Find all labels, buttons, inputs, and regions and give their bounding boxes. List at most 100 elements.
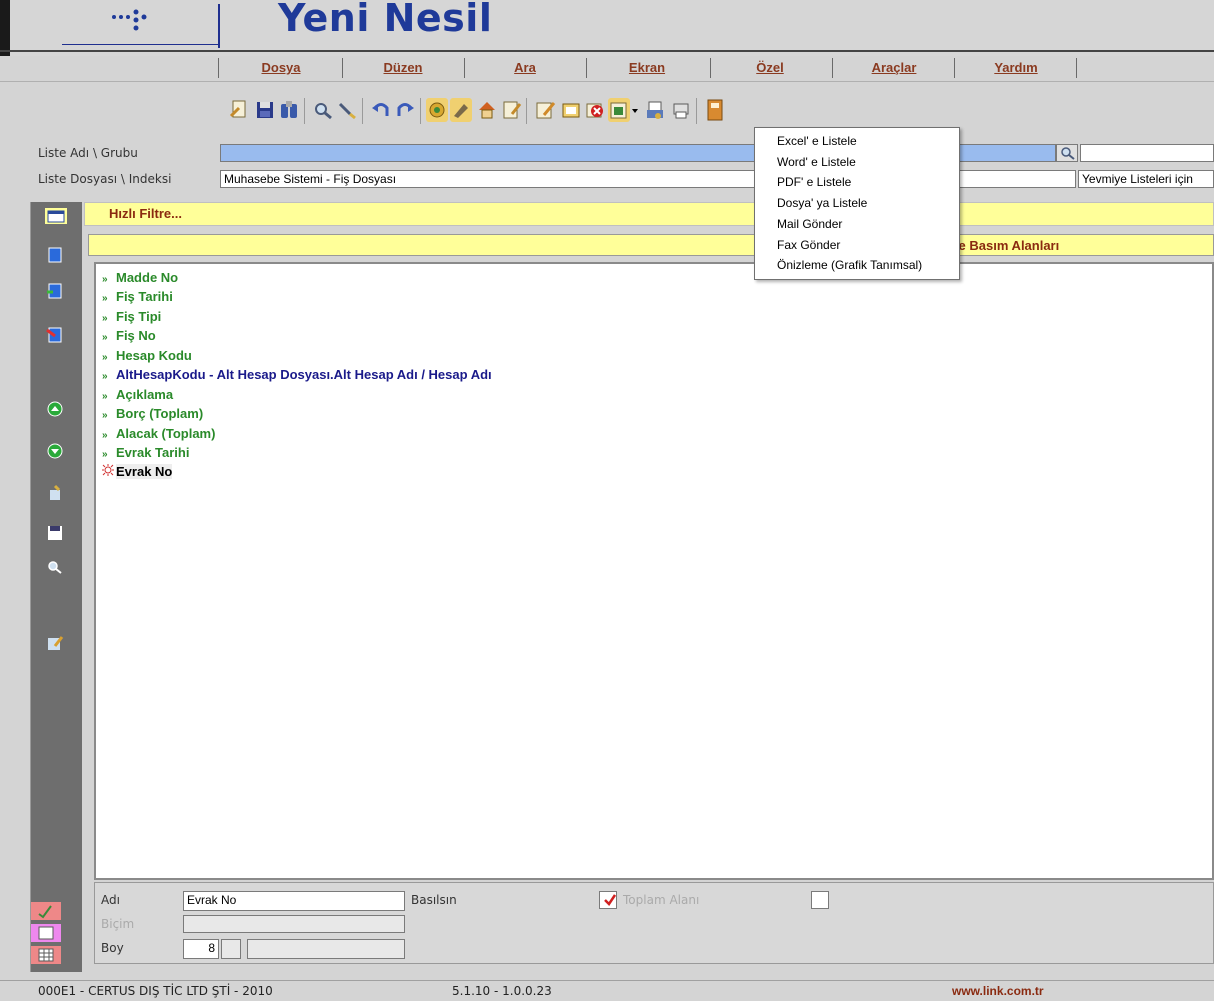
size-label: Boy <box>101 941 124 955</box>
list-item[interactable]: » Fiş Tipi <box>102 309 161 327</box>
undo-icon[interactable] <box>370 98 392 122</box>
copy-record-icon[interactable] <box>45 282 65 300</box>
list-item[interactable]: » AltHesapKodu - Alt Hesap Dosyası.Alt He… <box>102 367 492 385</box>
field-bullet-icon: » <box>102 313 108 324</box>
new-doc-icon[interactable] <box>228 98 250 122</box>
list-item[interactable]: » Evrak Tarihi <box>102 445 189 463</box>
menu-separator <box>464 58 465 78</box>
menu-item-pdf[interactable]: PDF' e Listele <box>777 175 851 189</box>
menu-ara[interactable]: Ara <box>505 60 545 75</box>
save-icon[interactable] <box>254 98 276 122</box>
total-checkbox[interactable] <box>811 891 829 909</box>
list-item[interactable]: » Madde No <box>102 270 178 288</box>
edit-note-icon[interactable] <box>45 634 65 652</box>
sun-selected-icon <box>102 464 116 479</box>
menu-item-fax[interactable]: Fax Gönder <box>777 238 840 252</box>
list-item[interactable]: » Hesap Kodu <box>102 348 192 366</box>
search-icon[interactable] <box>1056 144 1078 162</box>
move-up-icon[interactable] <box>45 400 65 418</box>
menu-duzen[interactable]: Düzen <box>378 60 428 75</box>
move-down-icon[interactable] <box>45 442 65 460</box>
field-bullet-icon: » <box>102 293 108 304</box>
export-icon[interactable] <box>608 98 630 122</box>
printed-checkbox[interactable] <box>599 891 617 909</box>
title-bar: Yeni Nesil <box>0 0 1214 56</box>
list-group-input[interactable] <box>1080 144 1214 162</box>
version-info: 5.1.10 - 1.0.0.23 <box>452 984 552 998</box>
total-field-label: Toplam Alanı <box>623 893 700 907</box>
title-separator <box>0 50 1214 52</box>
list-name-label: Liste Adı \ Grubu <box>38 146 138 160</box>
edit-icon[interactable] <box>450 98 472 122</box>
menu-item-excel[interactable]: Excel' e Listele <box>777 134 857 148</box>
toolbar-separator <box>526 98 527 124</box>
menu-yardim[interactable]: Yardım <box>988 60 1044 75</box>
field-bullet-icon: » <box>102 371 108 382</box>
print-icon[interactable] <box>670 98 692 122</box>
exit-icon[interactable] <box>704 98 726 122</box>
field-bullet-icon: » <box>102 449 108 460</box>
logo-underline <box>62 44 218 45</box>
quick-filter-bar[interactable]: Hızlı Filtre... <box>84 202 1214 226</box>
window-frame <box>0 0 10 56</box>
side-toolbar <box>30 202 82 972</box>
list-item[interactable]: » Alacak (Toplam) <box>102 426 215 444</box>
field-bullet-icon: » <box>102 352 108 363</box>
save-record-icon[interactable] <box>45 524 65 542</box>
check-edit-icon[interactable] <box>31 902 61 920</box>
menu-ozel[interactable]: Özel <box>750 60 790 75</box>
title-divider <box>218 4 220 48</box>
menu-separator <box>342 58 343 78</box>
report-icon[interactable] <box>534 98 556 122</box>
menu-bar: Dosya Düzen Ara Ekran Özel Araçlar Yardı… <box>0 56 1214 82</box>
toolbar <box>220 94 920 128</box>
list-item[interactable]: » Açıklama <box>102 387 173 405</box>
note-icon[interactable] <box>500 98 522 122</box>
clear-icon[interactable] <box>45 484 65 502</box>
print-fields-label: ste Basım Alanları <box>947 238 1060 253</box>
format-input[interactable] <box>183 915 405 933</box>
wizard-icon[interactable] <box>426 98 448 122</box>
menu-item-file[interactable]: Dosya' ya Listele <box>777 196 867 210</box>
size-extra-input[interactable] <box>247 939 405 959</box>
table-icon[interactable] <box>31 946 61 964</box>
folder-icon[interactable] <box>560 98 582 122</box>
filter-grid-icon[interactable] <box>45 208 67 224</box>
find-icon[interactable] <box>312 98 334 122</box>
field-bullet-icon: » <box>102 332 108 343</box>
website-link[interactable]: www.link.com.tr <box>952 984 1044 998</box>
menu-item-mail[interactable]: Mail Gönder <box>777 217 842 231</box>
app-title: Yeni Nesil <box>278 0 493 40</box>
binoculars-icon[interactable] <box>278 98 300 122</box>
search-icon[interactable] <box>45 558 65 576</box>
menu-dosya[interactable]: Dosya <box>256 60 306 75</box>
list-item-selected[interactable]: Evrak No <box>102 464 173 482</box>
field-properties: Adı Evrak No Basılsın Toplam Alanı Biçim… <box>94 882 1214 964</box>
list-item[interactable]: » Fiş No <box>102 328 156 346</box>
delete-record-icon[interactable] <box>45 326 65 344</box>
redo-icon[interactable] <box>394 98 416 122</box>
list-index-input[interactable]: Yevmiye Listeleri için <box>1078 170 1214 188</box>
logo-icon <box>112 9 147 31</box>
menu-item-preview[interactable]: Önizleme (Grafik Tanımsal) <box>777 258 922 272</box>
new-record-icon[interactable] <box>45 246 65 264</box>
menu-item-word[interactable]: Word' e Listele <box>777 155 856 169</box>
dropdown-arrow-icon[interactable] <box>630 98 640 122</box>
menu-separator <box>710 58 711 78</box>
menu-araclar[interactable]: Araçlar <box>864 60 924 75</box>
search-next-icon[interactable] <box>336 98 358 122</box>
delete-icon[interactable] <box>584 98 606 122</box>
menu-ekran[interactable]: Ekran <box>622 60 672 75</box>
properties-icon[interactable] <box>31 924 61 942</box>
print-fields-header: ste Basım Alanları <box>88 234 1214 256</box>
field-bullet-icon: » <box>102 430 108 441</box>
home-icon[interactable] <box>476 98 498 122</box>
field-list[interactable]: » Madde No » Fiş Tarihi » Fiş Tipi » Fiş No … <box>94 262 1214 880</box>
name-input[interactable]: Evrak No <box>183 891 405 911</box>
menu-separator <box>832 58 833 78</box>
print-preview-icon[interactable] <box>644 98 666 122</box>
size-input[interactable]: 8 <box>183 939 219 959</box>
list-item[interactable]: » Borç (Toplam) <box>102 406 203 424</box>
list-item[interactable]: » Fiş Tarihi <box>102 289 173 307</box>
size-spinner[interactable] <box>221 939 241 959</box>
